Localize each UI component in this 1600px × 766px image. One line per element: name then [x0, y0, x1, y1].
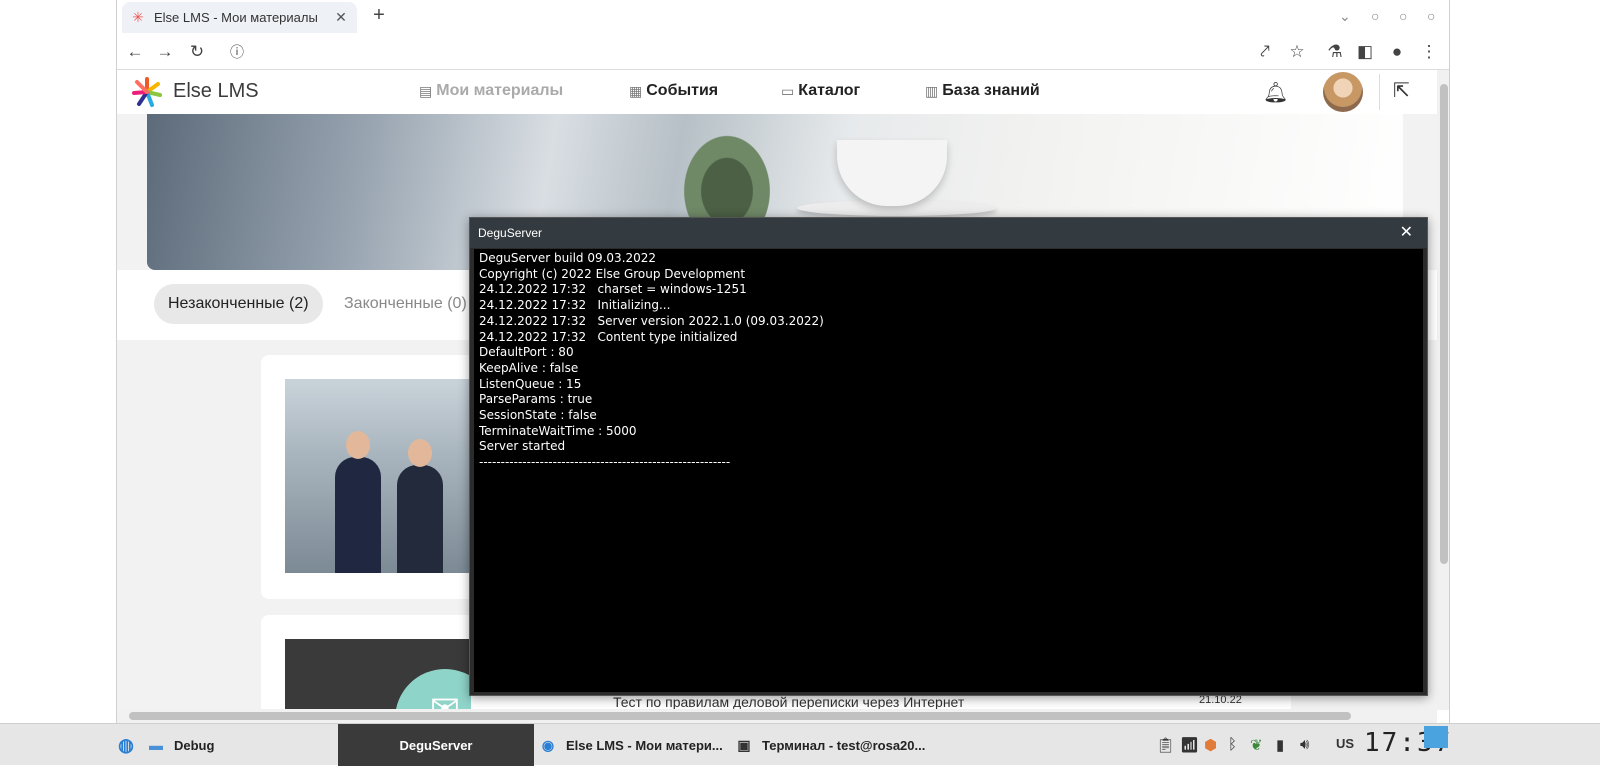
- else-lms-logo-icon[interactable]: [131, 76, 163, 108]
- reload-icon[interactable]: ↻: [185, 40, 209, 64]
- banner-plant: [667, 114, 787, 224]
- horizontal-scroll-thumb[interactable]: [129, 712, 1351, 720]
- book-icon: ▥: [925, 82, 939, 99]
- user-avatar[interactable]: [1323, 72, 1363, 112]
- nav-my-materials-label: Мои материалы: [436, 82, 564, 99]
- browser-tab-title: Else LMS - Мои материалы: [154, 10, 318, 25]
- console-line: DeguServer build 09.03.2022: [479, 251, 657, 265]
- taskbar-item-browser-label: Else LMS - Мои матери...: [566, 737, 723, 753]
- folder-icon: ▭: [781, 82, 795, 99]
- bookmark-star-icon[interactable]: ☆: [1285, 40, 1309, 64]
- tab-list-chevron-icon[interactable]: ⌄: [1339, 8, 1351, 25]
- console-line: KeepAlive : false: [479, 360, 579, 375]
- back-arrow-icon[interactable]: ←: [123, 40, 147, 64]
- folder-icon: ▬: [149, 737, 163, 753]
- console-line: ParseParams : true: [479, 392, 593, 407]
- keyboard-layout-indicator[interactable]: US: [1336, 736, 1354, 751]
- calendar-icon: ▦: [629, 82, 643, 99]
- battery-icon[interactable]: ▮: [1276, 736, 1284, 754]
- share-icon[interactable]: ⤤: [1253, 40, 1277, 64]
- image-person: [397, 465, 443, 573]
- header-divider: [1379, 74, 1380, 110]
- filter-unfinished[interactable]: Незаконченные (2): [154, 284, 323, 324]
- package-icon[interactable]: ⬢: [1204, 736, 1217, 754]
- console-line: 24.12.2022 17:32 charset = windows-1251: [479, 282, 747, 297]
- close-window-button[interactable]: ○: [1427, 8, 1435, 24]
- chrome-icon: ◉: [541, 736, 555, 753]
- course-card-image: ✉: [285, 639, 471, 710]
- nav-catalog[interactable]: ▭ Каталог: [781, 82, 860, 100]
- desktop: ✳ Else LMS - Мои материалы ✕ + ⌄ ○ ○ ○ ←…: [0, 0, 1600, 766]
- side-panel-icon[interactable]: ◧: [1353, 40, 1377, 64]
- nav-catalog-label: Каталог: [798, 82, 861, 99]
- leaf-icon[interactable]: ❦: [1250, 736, 1263, 754]
- taskbar-item-debug[interactable]: ▬ Debug: [146, 724, 332, 766]
- console-line: ListenQueue : 15: [479, 376, 582, 391]
- console-line: 24.12.2022 17:32 Server version 2022.1.0…: [479, 313, 824, 328]
- envelope-icon: ✉: [395, 669, 471, 710]
- site-logo-text[interactable]: Else LMS: [173, 80, 259, 103]
- forward-arrow-icon[interactable]: →: [153, 40, 177, 64]
- terminal-icon: ▣: [737, 736, 751, 753]
- nav-knowledge-base[interactable]: ▥ База знаний: [925, 82, 1040, 100]
- vertical-scroll-thumb[interactable]: [1440, 84, 1448, 564]
- console-output: DeguServer build 09.03.2022 Copyright (c)…: [474, 249, 1423, 692]
- console-line: 24.12.2022 17:32 Initializing...: [479, 298, 671, 313]
- taskbar-item-deguserver[interactable]: DeguServer: [338, 724, 534, 766]
- image-person-head: [408, 439, 432, 467]
- show-desktop-button[interactable]: [1424, 726, 1448, 748]
- tab-strip: ✳ Else LMS - Мои материалы ✕ + ⌄ ○ ○ ○: [117, 0, 1449, 34]
- minimize-window-button[interactable]: ○: [1371, 8, 1379, 24]
- filter-finished[interactable]: Законченные (0): [330, 284, 481, 324]
- else-lms-favicon-icon: ✳: [132, 9, 144, 25]
- image-person-head: [346, 431, 370, 459]
- labs-flask-icon[interactable]: ⚗: [1323, 40, 1347, 64]
- nav-events[interactable]: ▦ События: [629, 82, 718, 100]
- course-card-image: [285, 379, 471, 573]
- site-header: Else LMS ▤ Мои материалы ▦ События ▭ Кат…: [117, 70, 1437, 114]
- horizontal-scrollbar[interactable]: [117, 709, 1437, 723]
- console-line: Server started: [479, 439, 566, 454]
- wifi-icon[interactable]: 📶︎: [1180, 736, 1199, 754]
- profile-icon[interactable]: ●: [1385, 40, 1409, 64]
- deguserver-console-window: DeguServer ✕ DeguServer build 09.03.2022…: [469, 217, 1428, 696]
- console-line: SessionState : false: [479, 408, 597, 423]
- browser-tab[interactable]: ✳ Else LMS - Мои материалы ✕: [122, 2, 357, 33]
- external-link-icon[interactable]: ⇱: [1393, 78, 1410, 103]
- browser-toolbar: ← → ↻ ⓘ ⤤ ☆ ⚗ ◧ ● ⋮: [117, 34, 1449, 70]
- nav-my-materials[interactable]: ▤ Мои материалы: [419, 82, 563, 100]
- console-line: ----------------------------------------…: [479, 455, 731, 470]
- console-close-icon[interactable]: ✕: [1400, 223, 1413, 243]
- console-titlebar[interactable]: DeguServer: [470, 218, 1427, 248]
- close-tab-icon[interactable]: ✕: [333, 9, 349, 26]
- nav-knowledge-base-label: База знаний: [942, 82, 1040, 99]
- taskbar: ◍ ▬ Debug DeguServer ◉ Else LMS - Мои ма…: [0, 723, 1600, 766]
- document-icon: ▤: [419, 82, 433, 99]
- site-info-icon[interactable]: ⓘ: [225, 40, 249, 64]
- taskbar-item-deguserver-label: DeguServer: [399, 737, 473, 753]
- console-line: DefaultPort : 80: [479, 345, 574, 360]
- maximize-window-button[interactable]: ○: [1399, 8, 1407, 24]
- browser-menu-icon[interactable]: ⋮: [1417, 40, 1441, 64]
- notifications-bell-icon[interactable]: 🔔︎: [1263, 80, 1288, 105]
- taskbar-item-terminal-label: Терминал - test@rosa20...: [762, 737, 926, 753]
- vertical-scrollbar[interactable]: [1437, 70, 1449, 710]
- console-line: TerminateWaitTime : 5000: [479, 423, 637, 438]
- start-menu-button[interactable]: ◍: [116, 724, 144, 766]
- taskbar-item-debug-label: Debug: [174, 737, 215, 753]
- volume-icon[interactable]: 🔊︎: [1300, 736, 1309, 753]
- partial-course-title: Тест по правилам деловой переписки через…: [613, 694, 965, 710]
- start-menu-icon: ◍: [118, 734, 134, 755]
- image-person: [335, 457, 381, 573]
- console-line: Copyright (c) 2022 Else Group Developmen…: [479, 266, 746, 281]
- new-tab-button[interactable]: +: [367, 4, 391, 28]
- console-title: DeguServer: [478, 226, 543, 240]
- nav-events-label: События: [646, 82, 719, 99]
- bluetooth-icon[interactable]: ᛒ: [1228, 736, 1237, 753]
- taskbar-item-browser[interactable]: ◉ Else LMS - Мои матери...: [538, 724, 732, 766]
- banner-coffee-cup: [837, 140, 947, 206]
- taskbar-item-terminal[interactable]: ▣ Терминал - test@rosa20...: [734, 724, 948, 766]
- clipboard-icon[interactable]: 📋︎: [1156, 736, 1175, 754]
- console-line: 24.12.2022 17:32 Content type initialize…: [479, 329, 738, 344]
